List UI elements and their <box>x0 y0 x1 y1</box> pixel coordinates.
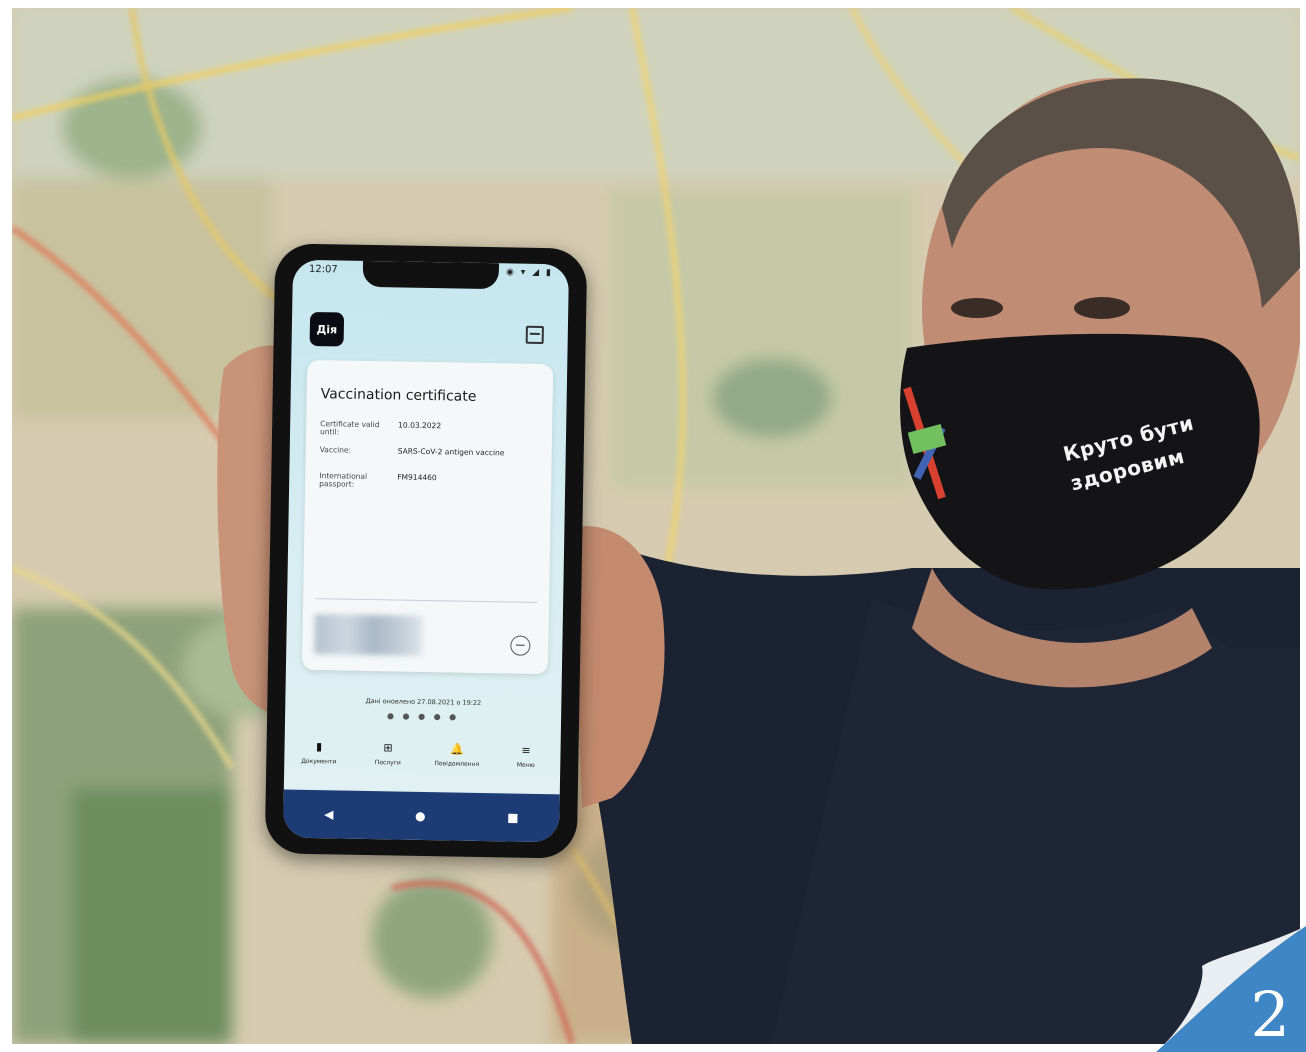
home-icon[interactable]: ● <box>415 809 426 823</box>
phone-screen: 12:07 ◉ ▾ ◢ ▮ Дія Vaccination certificat… <box>282 259 570 843</box>
qr-scan-icon[interactable] <box>525 325 544 345</box>
services-icon: ⊞ <box>383 741 393 755</box>
vaccination-certificate-card[interactable]: Vaccination certificate Certificate vali… <box>301 359 554 675</box>
bottom-border <box>12 1044 1300 1052</box>
recents-icon[interactable]: ■ <box>507 810 519 824</box>
card-title: Vaccination certificate <box>320 386 477 405</box>
smartphone: 12:07 ◉ ▾ ◢ ▮ Дія Vaccination certificat… <box>264 243 588 859</box>
back-icon[interactable]: ◀ <box>324 807 333 821</box>
tab-label: Меню <box>516 761 535 769</box>
field-value-passport: FM914460 <box>397 472 437 483</box>
field-value-vaccine: SARS-CoV-2 antigen vaccine <box>397 446 505 458</box>
field-value-valid-until: 10.03.2022 <box>398 420 442 431</box>
minus-circle-icon[interactable]: − <box>510 635 531 656</box>
status-icons: ◉ ▾ ◢ ▮ <box>505 267 553 279</box>
hamburger-menu-icon: ≡ <box>521 743 531 757</box>
camera-notch <box>362 260 500 290</box>
photo <box>12 8 1300 1044</box>
field-label-valid-until: Certificate valid until: <box>319 419 380 437</box>
bell-icon: 🔔 <box>450 742 465 756</box>
updated-timestamp: Дані оновлено 27.08.2021 о 19:22 <box>365 696 482 707</box>
document-icon: ▮ <box>315 740 323 754</box>
tab-label: Повідомлення <box>434 760 480 768</box>
tab-services[interactable]: ⊞ Послуги <box>358 741 418 767</box>
tab-label: Документи <box>301 757 337 766</box>
card-divider <box>315 598 538 603</box>
diia-logo-icon[interactable]: Дія <box>309 311 345 347</box>
tab-label: Послуги <box>374 759 401 767</box>
android-nav-bar: ◀ ● ■ <box>282 789 560 843</box>
field-label-passport: International passport: <box>319 471 368 489</box>
tab-notifications[interactable]: 🔔 Повідомлення <box>427 742 487 768</box>
tab-documents[interactable]: ▮ Документи <box>289 740 349 766</box>
page-number: 2 <box>1250 978 1290 1051</box>
tab-menu[interactable]: ≡ Меню <box>496 743 556 769</box>
status-time: 12:07 <box>308 263 338 276</box>
page-indicator: ● ● ● ● ● <box>386 711 460 722</box>
map-background <box>12 8 1300 1044</box>
bottom-tab-bar: ▮ Документи ⊞ Послуги 🔔 Повідомлення ≡ М… <box>284 740 561 789</box>
blurred-name <box>314 614 423 656</box>
field-label-vaccine: Vaccine: <box>319 445 352 455</box>
